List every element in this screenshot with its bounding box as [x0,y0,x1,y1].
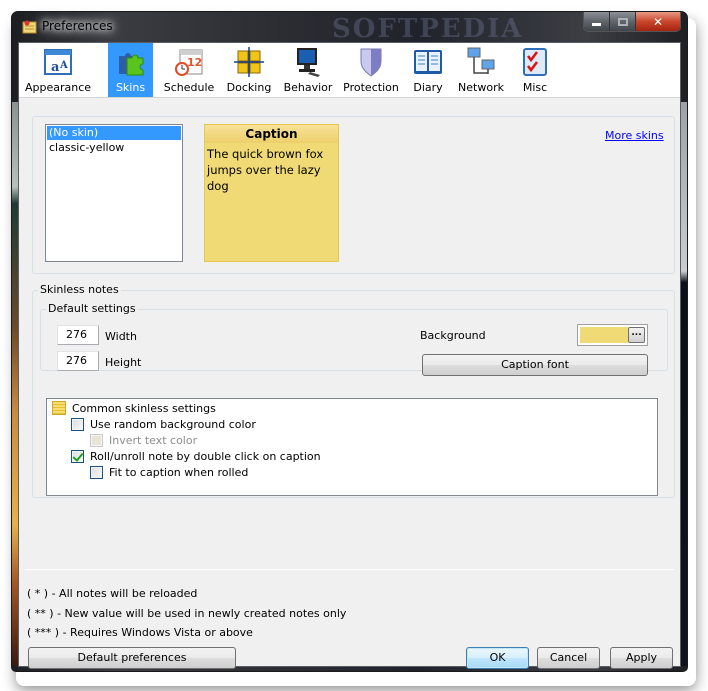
maximize-icon [617,17,628,26]
tab-label: Behavior [283,81,333,94]
background-color-picker[interactable]: ... [577,324,648,346]
width-label: Width [105,330,137,343]
maximize-button[interactable] [610,12,636,31]
option-invert-text-color: Invert text color [90,432,197,448]
window-title: Preferences [42,19,113,33]
skins-list[interactable]: (No skin) classic-yellow [45,124,183,262]
checkbox[interactable] [71,417,84,431]
minimize-icon [592,23,601,26]
network-computers-icon [467,47,495,74]
background-color-swatch [580,327,628,343]
app-note-icon [22,20,37,34]
minimize-button[interactable] [584,12,610,31]
option-fit-to-caption[interactable]: Fit to caption when rolled [90,464,248,480]
svg-text:a: a [51,60,60,75]
option-roll-unroll[interactable]: Roll/unroll note by double click on capt… [71,448,321,464]
tree-root: Common skinless settings [52,400,216,416]
close-button[interactable]: ✕ [636,12,680,31]
calendar-clock-icon: 12 [175,49,203,76]
tree-root-label: Common skinless settings [72,401,216,415]
tab-label: Network [458,81,504,94]
more-skins-link[interactable]: More skins [605,129,664,142]
option-label: Fit to caption when rolled [109,465,249,479]
default-preferences-button[interactable]: Default preferences [28,647,236,669]
tab-network[interactable]: Network [455,43,507,97]
apply-button[interactable]: Apply [610,647,673,669]
option-label: Invert text color [109,433,198,447]
category-toolbar: a A Appearance Skins 12 Schedule Docking… [19,43,680,98]
tab-label: Schedule [163,81,215,94]
checklist-icon [523,48,547,76]
client-area: a A Appearance Skins 12 Schedule Docking… [18,42,681,669]
checkbox[interactable] [71,449,84,463]
option-label: Use random background color [90,417,256,431]
tab-behavior[interactable]: Behavior [282,43,334,97]
tab-misc[interactable]: Misc [515,43,555,97]
watermark: SOFTPEDIA [332,14,524,44]
tab-label: Docking [226,81,272,94]
checkbox [90,433,103,447]
skin-preview-note: Caption The quick brown fox jumps over t… [204,124,339,262]
group-title: Skinless notes [38,283,121,296]
background-label: Background [420,329,486,342]
footnote-2: ( ** ) - New value will be used in newly… [27,607,347,620]
computer-mouse-icon [297,48,320,77]
title-bar[interactable]: Preferences SOFTPEDIA ✕ [12,12,687,44]
tab-schedule[interactable]: 12 Schedule [161,43,217,97]
color-browse-button[interactable]: ... [628,327,645,343]
note-caption: Caption [205,125,338,143]
svg-text:A: A [59,60,68,71]
window-controls: ✕ [583,12,681,32]
docking-grid-icon [234,47,264,77]
puzzle-icon [118,53,143,76]
height-input[interactable]: 276 [57,351,99,371]
skin-item-classic-yellow[interactable]: classic-yellow [47,141,181,155]
footnote-1: ( * ) - All notes will be reloaded [27,587,198,600]
ok-button[interactable]: OK [466,647,529,669]
footnote-3: ( *** ) - Requires Windows Vista or abov… [27,626,253,639]
svg-text:12: 12 [187,56,202,69]
checkbox[interactable] [90,465,103,479]
tab-label: Misc [522,81,548,94]
skinless-settings-tree[interactable]: Common skinless settings Use random back… [46,398,658,496]
tab-label: Diary [413,81,443,94]
tab-diary[interactable]: Diary [408,43,448,97]
preferences-window: Preferences SOFTPEDIA ✕ a A Appearance S… [11,11,688,672]
option-random-background[interactable]: Use random background color [71,416,256,432]
tab-label: Appearance [24,81,92,94]
caption-font-button[interactable]: Caption font [422,354,648,376]
close-icon: ✕ [652,14,664,29]
skin-item-no-skin[interactable]: (No skin) [47,126,181,140]
tab-appearance[interactable]: a A Appearance [23,43,93,97]
footer-separator [25,569,674,570]
group-title: Default settings [46,302,138,315]
book-icon [414,50,442,74]
tab-protection[interactable]: Protection [342,43,400,97]
cancel-button[interactable]: Cancel [537,647,600,669]
height-label: Height [105,356,142,369]
tab-skins[interactable]: Skins [108,43,153,97]
tab-label: Protection [343,81,399,94]
width-input[interactable]: 276 [57,325,99,345]
option-label: Roll/unroll note by double click on capt… [90,449,321,463]
note-body: The quick brown fox jumps over the lazy … [207,147,324,193]
appearance-icon: a A [44,49,72,75]
shield-icon [360,48,382,77]
tab-label: Skins [115,81,146,94]
settings-folder-icon [52,401,66,415]
tab-docking[interactable]: Docking [224,43,274,97]
